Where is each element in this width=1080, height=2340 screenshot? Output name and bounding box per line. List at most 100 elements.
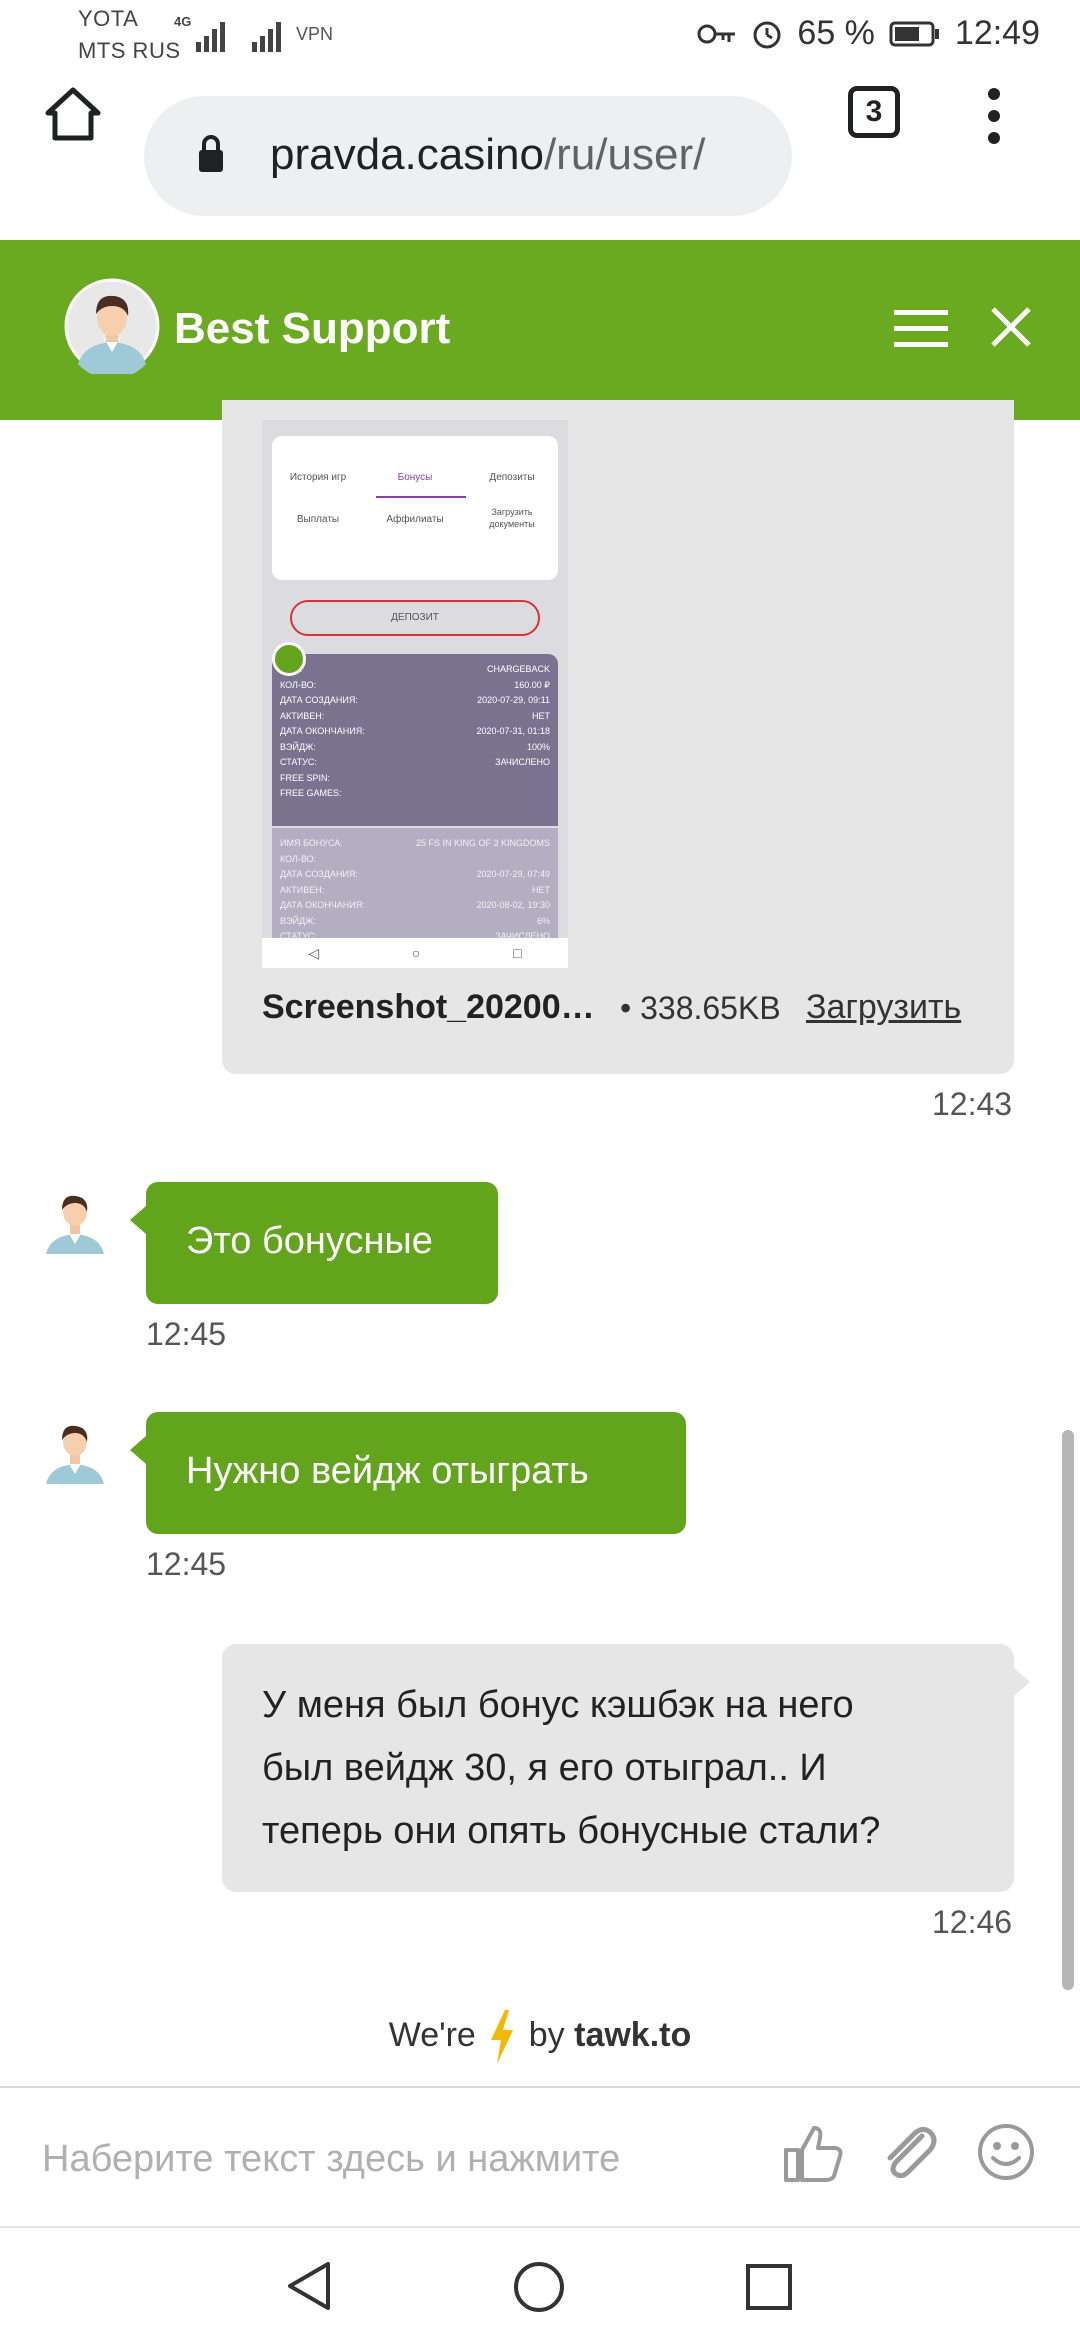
url-text: pravda.casino/ru/user/ [270,130,705,180]
lock-icon [199,135,223,172]
menu-icon[interactable] [894,306,948,350]
preview-row-value: 160.00 ₽ [514,679,550,690]
signal-icon [196,22,225,52]
preview-tab-active: Бонусы [397,472,433,483]
preview-row: КОЛ-ВО: 160.00 ₽ [272,678,558,694]
battery-percent: 65 % [797,14,875,52]
attachment-filename: Screenshot_20200… [262,988,595,1026]
preview-row-value: ЗАЧИСЛЕНО [495,757,550,767]
preview-tab: Загрузить документы [489,507,535,529]
preview-row-value: 100% [526,741,550,752]
attachment-preview[interactable]: История игр Бонусы Депозиты Выплаты Аффи… [262,420,568,968]
status-right: 65 % 12:49 [697,14,1040,53]
preview-row: АКТИВЕН: НЕТ [272,709,558,725]
more-icon[interactable] [984,86,1004,146]
agent-message-text: Нужно вейдж отыграть [186,1450,589,1492]
preview-row-value: НЕТ [532,710,550,721]
preview-row: ДАТА СОЗДАНИЯ: 2020-07-29, 09:11 [272,693,558,709]
paperclip-icon[interactable] [878,2122,940,2184]
preview-row-label: ВЭЙДЖ: [280,915,316,926]
tawk-brand: tawk.to [574,2015,692,2054]
preview-row-value: 2020-07-29, 07:49 [476,869,550,879]
agent-avatar-small [46,1425,104,1484]
preview-deposit-button: ДЕПОЗИТ [290,600,540,636]
preview-row-value: CHARGEBACK [486,664,550,674]
preview-tab-panel: История игр Бонусы Депозиты Выплаты Аффи… [272,436,558,580]
recents-icon[interactable] [744,2262,794,2312]
chat-title: Best Support [174,304,451,353]
preview-row: КОЛ-ВО: [272,852,558,868]
key-icon [697,24,736,43]
alarm-icon [753,21,781,48]
preview-back-icon: ◁ [308,944,320,961]
preview-row-value: НЕТ [532,884,550,895]
bolt-icon [491,2010,514,2064]
preview-tab-underline [376,496,466,498]
preview-chat-bubble-icon [272,642,306,676]
preview-home-icon: ○ [411,945,421,961]
agent-message-text: Это бонусные [186,1220,433,1262]
tabs-icon[interactable]: 3 [848,86,902,140]
system-navbar [0,2226,1080,2340]
preview-row-value: 2020-07-29, 09:11 [477,695,550,705]
agent-avatar-small [46,1195,104,1254]
emoji-icon[interactable] [976,2122,1036,2182]
bubble-tail [130,1206,146,1234]
preview-row-label: КОЛ-ВО: [280,853,317,864]
preview-row-label: FREE SPIN: [280,772,331,783]
preview-row-label: АКТИВЕН: [280,884,325,895]
message-time: 12:45 [146,1316,227,1352]
preview-row: FREE GAMES: [272,786,558,802]
preview-row: АКТИВЕН: НЕТ [272,883,558,899]
tab-count: 3 [848,86,900,138]
close-icon[interactable] [990,306,1032,348]
preview-tab: История игр [289,472,347,483]
preview-row-label: ДАТА ОКОНЧАНИЯ: [280,726,365,736]
preview-row-label: ДАТА ОКОНЧАНИЯ: [280,900,365,910]
bubble-tail [130,1436,146,1464]
powered-by-word: by [528,2015,565,2054]
home-icon[interactable] [44,86,102,142]
thumbs-up-icon[interactable] [782,2122,844,2184]
preview-row-label: FREE GAMES: [280,788,342,798]
battery-icon [889,21,939,46]
preview-row-label: СТАТУС: [280,757,317,767]
browser-toolbar: pravda.casino/ru/user/ 3 [0,72,1080,240]
url-bar[interactable]: pravda.casino/ru/user/ [144,96,792,216]
agent-message-bubble: Нужно вейдж отыграть [130,1412,686,1534]
vpn-label: VPN [296,24,334,44]
message-input[interactable]: Наберите текст здесь и нажмите [42,2138,620,2181]
preview-row-label: ИМЯ БОНУСА: [280,838,343,848]
user-message-line: был вейдж 30, я его отыграл.. И [262,1747,827,1789]
message-time: 12:43 [932,1086,1013,1122]
preview-row: СТАТУС: ЗАЧИСЛЕНО [272,755,558,771]
preview-tab: Выплаты [296,514,340,525]
url-domain: pravda.casino [270,130,544,179]
clock: 12:49 [954,14,1040,52]
user-message-line: теперь они опять бонусные стали? [262,1810,881,1852]
agent-message-bubble: Это бонусные [130,1182,498,1304]
preview-row: ...СА:CHARGEBACK [272,662,558,678]
preview-row-value: 2020-07-31, 01:18 [476,726,550,736]
preview-card-1: ...СА:CHARGEBACKКОЛ-ВО: 160.00 ₽ ДАТА СОЗД… [272,654,558,826]
preview-navbar: ◁ ○ □ [262,938,568,968]
preview-row: ДАТА СОЗДАНИЯ: 2020-07-29, 07:49 [272,867,558,883]
scrollbar[interactable] [1062,1430,1074,1990]
preview-row-label: КОЛ-ВО: [280,679,317,690]
chat-header: Best Support [0,240,1080,420]
url-path: /ru/user/ [543,130,706,179]
preview-row-label: ВЭЙДЖ: [280,741,316,752]
attachment-size: • 338.65KB [620,990,781,1026]
powered-were: We're [388,2015,476,2054]
download-link[interactable]: Загрузить [806,988,961,1027]
carrier-2: MTS RUS [78,38,181,63]
message-time: 12:45 [146,1546,227,1582]
back-icon[interactable] [284,2260,334,2312]
agent-avatar [64,278,160,374]
preview-row: FREE SPIN: [272,771,558,787]
user-message-line: У меня был бонус кэшбэк на него [262,1684,854,1726]
home-nav-icon[interactable] [512,2260,566,2314]
preview-tab: Депозиты [489,472,535,483]
powered-by[interactable]: We're by tawk.to [0,2010,1080,2064]
attachment-bubble: История игр Бонусы Депозиты Выплаты Аффи… [222,400,1014,1074]
